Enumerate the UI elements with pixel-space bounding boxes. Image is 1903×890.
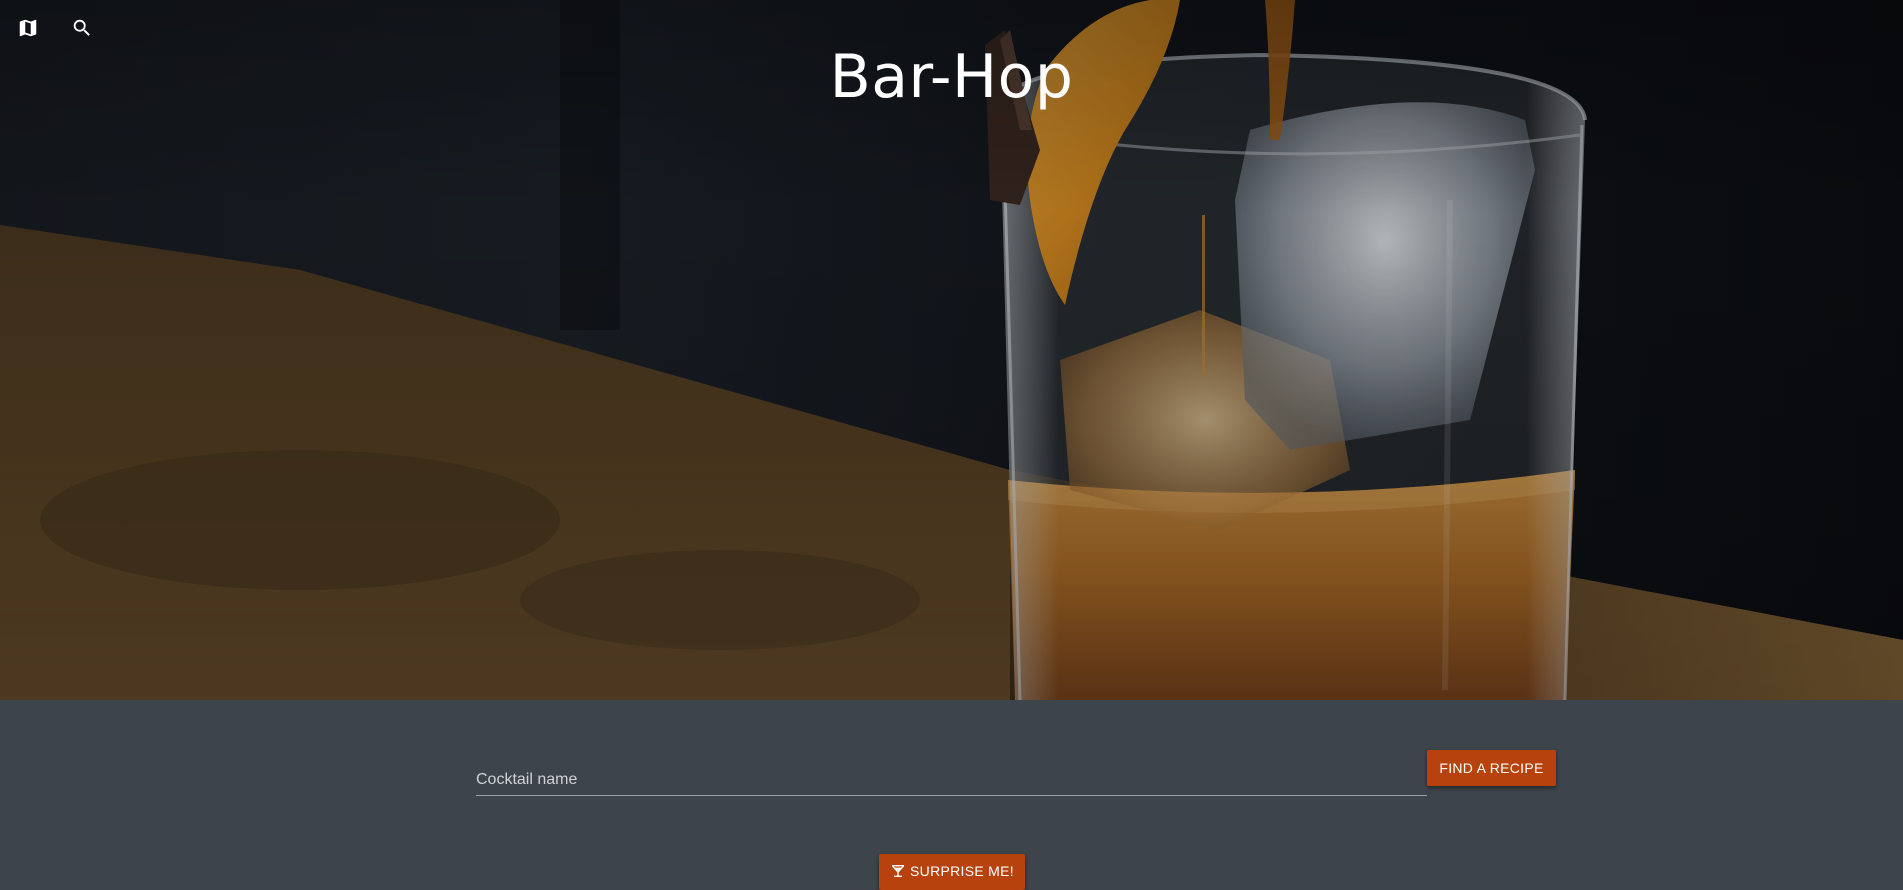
surprise-me-button[interactable]: SURPRISE ME!	[879, 854, 1025, 890]
hero-banner: Bar-Hop	[0, 0, 1903, 700]
search-field-wrapper	[476, 750, 1427, 796]
cocktail-glass-icon	[892, 865, 905, 877]
map-icon[interactable]	[14, 14, 42, 42]
page-title: Bar-Hop	[829, 42, 1074, 112]
search-icon-glyph	[73, 19, 90, 36]
surprise-me-label: SURPRISE ME!	[910, 863, 1014, 879]
find-recipe-button[interactable]: FIND A RECIPE	[1427, 750, 1556, 786]
find-recipe-label: FIND A RECIPE	[1439, 760, 1544, 776]
top-toolbar	[14, 14, 96, 42]
map-icon-glyph	[19, 19, 37, 37]
cocktail-name-input[interactable]	[476, 750, 1427, 795]
search-panel: FIND A RECIPE SURPRISE ME!	[0, 700, 1903, 890]
search-icon[interactable]	[68, 14, 96, 42]
